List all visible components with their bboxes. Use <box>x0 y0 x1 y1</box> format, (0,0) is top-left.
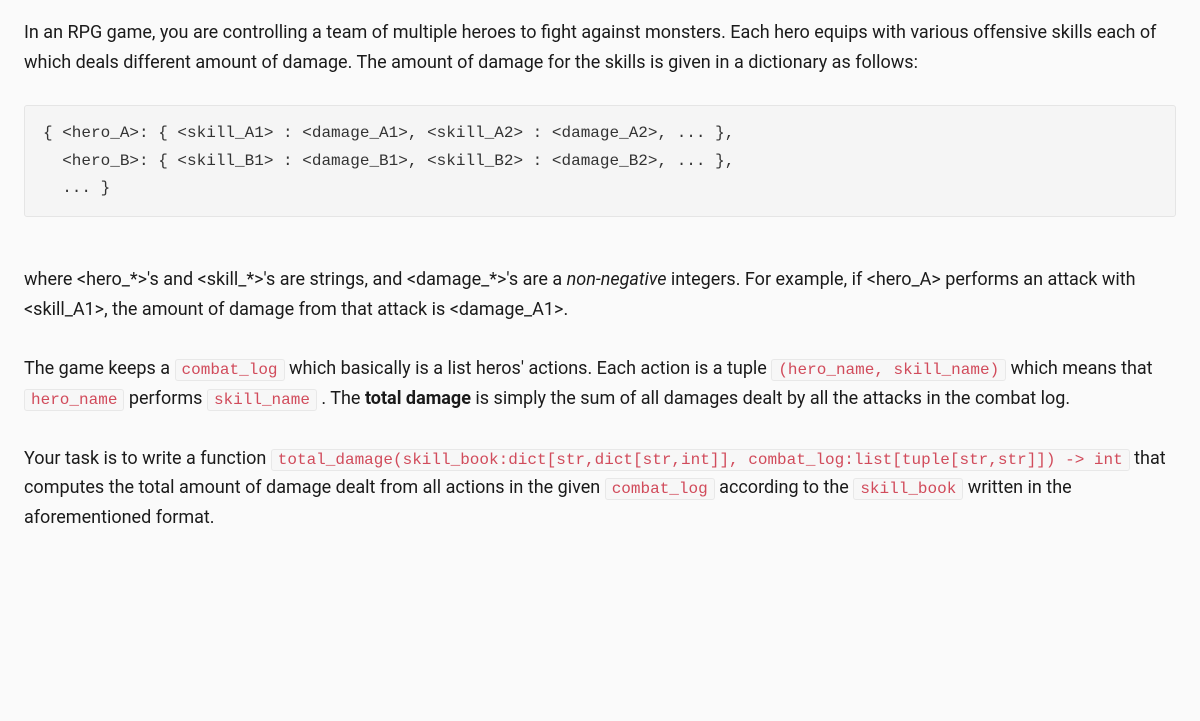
text-segment: where <hero_*>'s and <skill_*>'s are str… <box>24 269 567 290</box>
text-segment: performs <box>124 388 207 409</box>
text-segment: which means that <box>1006 358 1152 379</box>
intro-paragraph: In an RPG game, you are controlling a te… <box>24 18 1176 77</box>
text-segment: The game keeps a <box>24 358 175 379</box>
text-segment: Your task is to write a function <box>24 448 271 469</box>
dictionary-format-code-block: { <hero_A>: { <skill_A1> : <damage_A1>, … <box>24 105 1176 217</box>
spacer <box>24 430 1176 444</box>
code-hero-name: hero_name <box>24 389 124 411</box>
bold-total-damage: total damage <box>365 388 471 409</box>
emphasis-non-negative: non-negative <box>567 269 667 290</box>
text-segment: according to the <box>715 477 854 498</box>
code-skill-name: skill_name <box>207 389 317 411</box>
code-combat-log: combat_log <box>605 478 715 500</box>
spacer <box>24 340 1176 354</box>
code-tuple: (hero_name, skill_name) <box>771 359 1006 381</box>
text-segment: which basically is a list heros' actions… <box>285 358 772 379</box>
text-segment: . The <box>317 388 365 409</box>
task-paragraph: Your task is to write a function total_d… <box>24 444 1176 533</box>
combat-log-paragraph: The game keeps a combat_log which basica… <box>24 354 1176 413</box>
code-combat-log: combat_log <box>175 359 285 381</box>
explanation-paragraph: where <hero_*>'s and <skill_*>'s are str… <box>24 265 1176 324</box>
code-function-signature: total_damage(skill_book:dict[str,dict[st… <box>271 449 1130 471</box>
text-segment: is simply the sum of all damages dealt b… <box>471 388 1070 409</box>
code-skill-book: skill_book <box>853 478 963 500</box>
